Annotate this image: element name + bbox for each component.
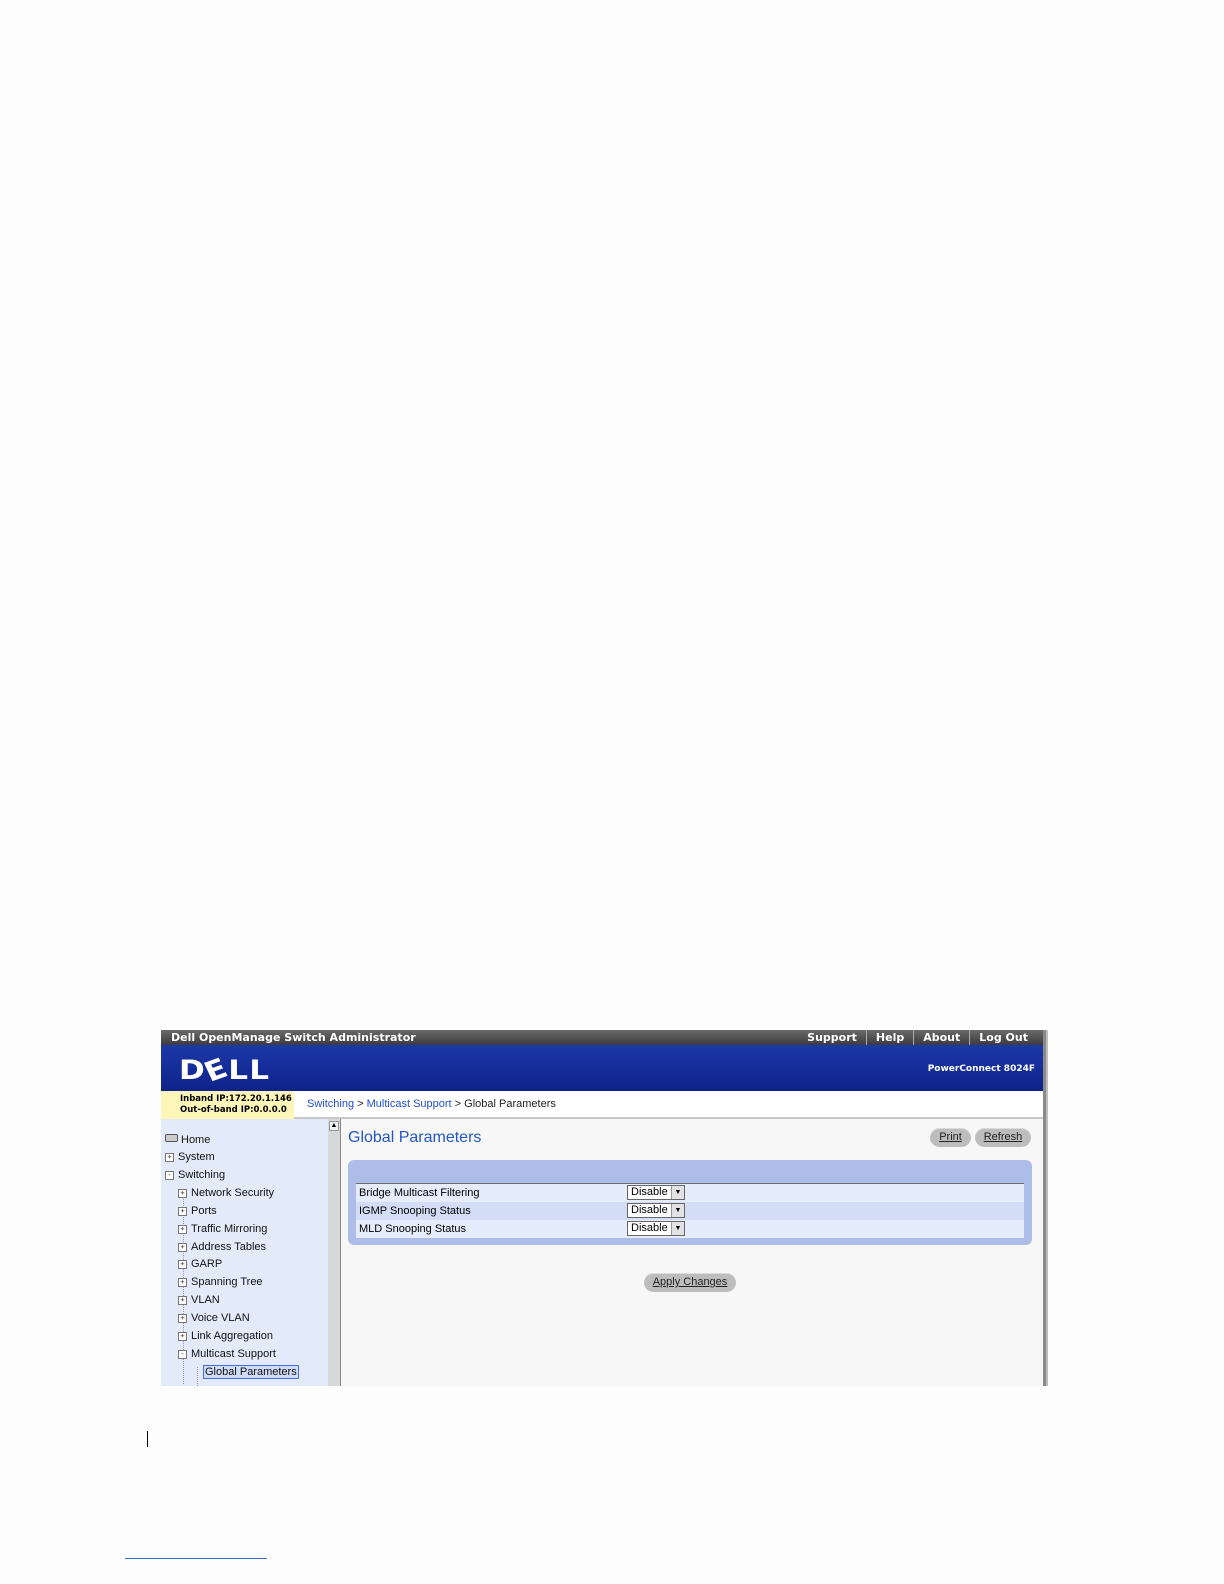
- expand-icon[interactable]: +: [178, 1225, 187, 1234]
- breadcrumb-current: Global Parameters: [464, 1098, 556, 1110]
- nav-vlan[interactable]: + VLAN: [178, 1294, 220, 1306]
- nav-ports[interactable]: + Ports: [178, 1205, 217, 1217]
- dropdown-arrow-icon[interactable]: ▼: [671, 1222, 684, 1235]
- param-row: Bridge Multicast Filtering Disable ▼: [356, 1184, 1024, 1202]
- outofband-ip: Out-of-band IP:0.0.0.0: [180, 1105, 287, 1115]
- param-row: IGMP Snooping Status Disable ▼: [356, 1202, 1024, 1220]
- breadcrumb-switching[interactable]: Switching: [307, 1098, 354, 1110]
- nav-address-tables[interactable]: + Address Tables: [178, 1241, 266, 1253]
- home-icon: [165, 1134, 178, 1142]
- nav-spanning-tree[interactable]: + Spanning Tree: [178, 1276, 263, 1288]
- page-title: Global Parameters: [348, 1129, 482, 1146]
- banner: DELL PowerConnect 8024F: [161, 1045, 1043, 1091]
- expand-icon[interactable]: +: [178, 1278, 187, 1287]
- bridge-multicast-filtering-select[interactable]: Disable ▼: [627, 1185, 685, 1200]
- nav-tree: Home + System - Switching + Network Securit…: [161, 1119, 329, 1386]
- dropdown-arrow-icon[interactable]: ▼: [671, 1204, 684, 1217]
- inband-ip: Inband IP:172.20.1.146: [180, 1094, 292, 1104]
- nav-network-security[interactable]: + Network Security: [178, 1187, 274, 1199]
- igmp-snooping-status-select[interactable]: Disable ▼: [627, 1203, 685, 1218]
- nav-system[interactable]: + System: [165, 1151, 215, 1163]
- collapse-icon[interactable]: -: [165, 1171, 174, 1180]
- apply-changes-button[interactable]: Apply Changes: [644, 1273, 736, 1292]
- param-label: IGMP Snooping Status: [359, 1205, 471, 1217]
- param-label: MLD Snooping Status: [359, 1223, 467, 1235]
- nav-link-aggregation[interactable]: + Link Aggregation: [178, 1330, 273, 1342]
- dell-logo: DELL: [179, 1052, 271, 1089]
- print-button[interactable]: Print: [930, 1128, 971, 1147]
- app-title: Dell OpenManage Switch Administrator: [171, 1031, 416, 1044]
- parameters-table: Bridge Multicast Filtering Disable ▼ IGM…: [356, 1183, 1024, 1238]
- nav-global-parameters[interactable]: Global Parameters: [203, 1365, 299, 1379]
- product-name: PowerConnect 8024F: [927, 1064, 1035, 1074]
- scroll-up-arrow-icon[interactable]: ▲: [329, 1121, 339, 1131]
- breadcrumb-bar: Switching > Multicast Support > Global P…: [294, 1091, 1043, 1119]
- change-bar: [147, 1431, 148, 1447]
- nav-multicast-support[interactable]: - Multicast Support: [178, 1348, 276, 1360]
- ip-info: Inband IP:172.20.1.146 Out-of-band IP:0.…: [161, 1091, 294, 1119]
- nav-scrollbar[interactable]: ▲: [328, 1119, 341, 1386]
- expand-icon[interactable]: +: [178, 1260, 187, 1269]
- expand-icon[interactable]: +: [165, 1153, 174, 1162]
- title-bar: Dell OpenManage Switch Administrator Sup…: [161, 1030, 1043, 1045]
- expand-icon[interactable]: +: [178, 1189, 187, 1198]
- main-content: Global Parameters Print Refresh Bridge M…: [341, 1119, 1043, 1386]
- logout-link[interactable]: Log Out: [969, 1030, 1037, 1045]
- nav-home[interactable]: Home: [165, 1134, 210, 1146]
- nav-garp[interactable]: + GARP: [178, 1258, 222, 1270]
- nav-switching[interactable]: - Switching: [165, 1169, 225, 1181]
- expand-icon[interactable]: +: [178, 1314, 187, 1323]
- breadcrumb-separator: >: [451, 1098, 465, 1110]
- expand-icon[interactable]: +: [178, 1296, 187, 1305]
- breadcrumb: Switching > Multicast Support > Global P…: [307, 1098, 556, 1110]
- expand-icon[interactable]: +: [178, 1332, 187, 1341]
- dropdown-arrow-icon[interactable]: ▼: [671, 1186, 684, 1199]
- support-link[interactable]: Support: [798, 1030, 866, 1045]
- mld-snooping-status-select[interactable]: Disable ▼: [627, 1221, 685, 1236]
- top-links: Support Help About Log Out: [798, 1030, 1037, 1045]
- switch-admin-screenshot: Dell OpenManage Switch Administrator Sup…: [161, 1030, 1046, 1386]
- breadcrumb-separator: >: [354, 1098, 367, 1110]
- param-row: MLD Snooping Status Disable ▼: [356, 1220, 1024, 1238]
- expand-icon[interactable]: +: [178, 1207, 187, 1216]
- param-label: Bridge Multicast Filtering: [359, 1187, 480, 1199]
- nav-voice-vlan[interactable]: + Voice VLAN: [178, 1312, 250, 1324]
- breadcrumb-multicast-support[interactable]: Multicast Support: [367, 1098, 452, 1110]
- parameters-panel: Bridge Multicast Filtering Disable ▼ IGM…: [348, 1160, 1032, 1245]
- footnote-rule: [125, 1558, 267, 1559]
- help-link[interactable]: Help: [865, 1030, 913, 1045]
- nav-traffic-mirroring[interactable]: + Traffic Mirroring: [178, 1223, 267, 1235]
- about-link[interactable]: About: [913, 1030, 969, 1045]
- refresh-button[interactable]: Refresh: [975, 1128, 1031, 1147]
- expand-icon[interactable]: +: [178, 1243, 187, 1252]
- collapse-icon[interactable]: -: [178, 1350, 187, 1359]
